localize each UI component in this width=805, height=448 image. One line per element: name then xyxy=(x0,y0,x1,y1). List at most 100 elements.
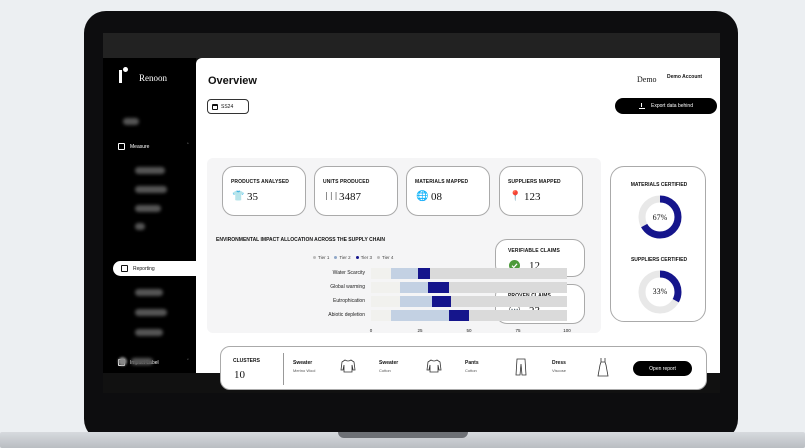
reporting-icon xyxy=(121,265,128,272)
legend-item: Tier 4 xyxy=(377,255,393,260)
cert-title-suppliers: SUPPLIERS CERTIFIED xyxy=(630,257,688,263)
materials-certified-value: 67% xyxy=(652,213,668,222)
sweater-icon xyxy=(426,359,442,373)
cluster-material: Cotton xyxy=(379,368,391,373)
cluster-material: Viscose xyxy=(552,368,566,373)
sidebar-item-label: Measure xyxy=(130,143,150,150)
legend-swatch xyxy=(377,256,381,260)
cert-title-materials: MATERIALS CERTIFIED xyxy=(630,182,688,188)
measure-icon xyxy=(118,143,125,150)
stat-card-products[interactable]: PRODUCTS ANALYSED 👕 35 xyxy=(222,166,306,216)
page-title: Overview xyxy=(208,75,257,87)
sidebar-subitem-blurred[interactable] xyxy=(135,223,145,230)
stat-value: 123 xyxy=(524,191,541,203)
download-icon xyxy=(639,103,645,109)
stat-title: SUPPLIERS MAPPED xyxy=(508,179,561,185)
cluster-name: Sweater xyxy=(293,360,313,366)
cluster-name: Dress xyxy=(552,360,566,366)
legend-item: Tier 3 xyxy=(355,255,373,260)
bar-segment[interactable] xyxy=(418,268,430,279)
globe-icon: 🌐 xyxy=(416,191,429,202)
claims-title: VERIFIABLE CLAIMS xyxy=(508,248,560,254)
chart-category-label: Abiotic depletion xyxy=(328,312,365,318)
bar-segment[interactable] xyxy=(469,310,567,321)
bar-segment[interactable] xyxy=(371,296,401,307)
user-avatar[interactable] xyxy=(118,357,127,366)
cluster-name: Sweater xyxy=(379,360,399,366)
sidebar-item-reporting[interactable]: Reporting xyxy=(113,261,196,276)
chevron-up-icon[interactable]: ˆ xyxy=(187,143,189,149)
season-label: SS24 xyxy=(221,103,234,110)
bar-segment[interactable] xyxy=(400,296,432,307)
bar-segment[interactable] xyxy=(371,282,401,293)
dress-icon xyxy=(597,358,609,377)
shirt-icon: 👕 xyxy=(232,191,245,202)
pants-icon xyxy=(515,358,527,376)
pin-icon: 📍 xyxy=(509,191,522,202)
user-name-blurred[interactable] xyxy=(131,358,153,365)
stat-card-materials[interactable]: MATERIALS MAPPED 🌐 08 xyxy=(406,166,490,216)
sidebar-subitem-blurred[interactable] xyxy=(135,205,161,212)
bar-segment[interactable] xyxy=(371,310,391,321)
legend-swatch xyxy=(355,256,359,260)
stat-value: 08 xyxy=(431,191,442,203)
cluster-material: Merino Wool xyxy=(293,368,316,373)
x-tick-label: 25 xyxy=(417,328,423,333)
legend-swatch xyxy=(334,256,338,260)
stat-value: 3487 xyxy=(339,191,361,203)
account-name[interactable]: Demo Account xyxy=(667,74,702,80)
legend-label: Tier 3 xyxy=(360,255,373,260)
stat-value: 35 xyxy=(247,191,258,203)
barcode-icon: ||| xyxy=(324,191,339,200)
sidebar-subitem-blurred[interactable] xyxy=(135,289,163,296)
sidebar-subitem-blurred[interactable] xyxy=(135,167,165,174)
bar-segment[interactable] xyxy=(449,282,567,293)
sweater-icon xyxy=(340,359,356,373)
browser-top-strip xyxy=(103,33,720,58)
sidebar-subitem-blurred[interactable] xyxy=(135,309,167,316)
legend-swatch xyxy=(313,256,316,260)
bar-segment[interactable] xyxy=(371,268,391,279)
sidebar-item-label: Reporting xyxy=(133,265,155,272)
bar-segment[interactable] xyxy=(431,296,452,307)
stat-title: PRODUCTS ANALYSED xyxy=(231,179,290,185)
chart-category-label: Eutrophication xyxy=(333,298,365,304)
stat-title: MATERIALS MAPPED xyxy=(415,179,469,185)
stat-card-suppliers[interactable]: SUPPLIERS MAPPED 📍 123 xyxy=(499,166,583,216)
stat-title: UNITS PRODUCED xyxy=(323,179,370,185)
clusters-title: CLUSTERS xyxy=(233,358,260,364)
export-data-button[interactable]: Export data behind xyxy=(615,98,717,114)
chart-category-label: Water Scarcity xyxy=(332,270,365,276)
x-tick-label: 0 xyxy=(369,328,373,333)
bar-segment[interactable] xyxy=(427,282,450,293)
x-tick-label: 100 xyxy=(563,328,571,333)
sidebar-item-measure[interactable]: Measure xyxy=(118,143,149,150)
sidebar-subitem-blurred[interactable] xyxy=(135,329,163,336)
brand-logo-icon xyxy=(119,67,128,83)
chart-title: ENVIRONMENTAL IMPACT ALLOCATION ACROSS T… xyxy=(216,237,385,243)
bar-segment[interactable] xyxy=(390,268,419,279)
bar-segment[interactable] xyxy=(429,268,567,279)
account-logo: Demo xyxy=(637,75,657,84)
x-tick-label: 50 xyxy=(466,328,472,333)
sidebar-item-blurred[interactable] xyxy=(123,118,139,125)
stat-card-units[interactable]: UNITS PRODUCED ||| 3487 xyxy=(314,166,398,216)
brand-name: Renoon xyxy=(139,73,167,83)
cluster-material: Cotton xyxy=(465,368,477,373)
export-label: Export data behind xyxy=(651,103,693,109)
bar-segment[interactable] xyxy=(390,310,450,321)
x-tick-label: 75 xyxy=(515,328,521,333)
bar-segment[interactable] xyxy=(451,296,567,307)
bar-segment[interactable] xyxy=(400,282,428,293)
sidebar-subitem-blurred[interactable] xyxy=(135,186,167,193)
chart-legend: Tier 1 Tier 2 Tier 3 Tier 4 xyxy=(313,255,393,260)
legend-item: Tier 2 xyxy=(334,255,351,260)
legend-label: Tier 4 xyxy=(382,255,394,260)
bar-segment[interactable] xyxy=(449,310,469,321)
screen: Renoon Measure ˆ Reporting Impact Label … xyxy=(103,33,720,393)
cluster-name: Pants xyxy=(465,360,479,366)
season-selector[interactable]: SS24 xyxy=(207,99,249,114)
legend-item: Tier 1 xyxy=(313,255,329,260)
chevron-down-icon[interactable]: ˇ xyxy=(187,359,189,365)
open-report-button[interactable]: Open report xyxy=(633,361,692,376)
